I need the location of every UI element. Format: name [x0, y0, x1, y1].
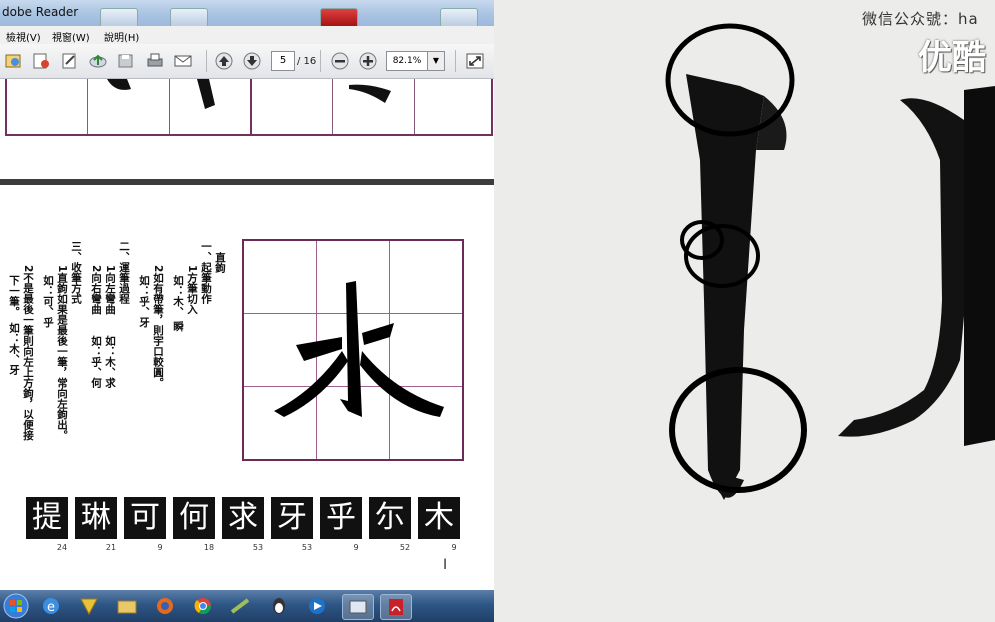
text-column: 如：乎、牙	[138, 275, 150, 328]
edit-icon[interactable]	[60, 52, 80, 70]
zoom-out-icon[interactable]	[330, 52, 350, 70]
example-char: 尓	[369, 497, 411, 539]
text-column: 如：木、 瞬	[172, 275, 184, 332]
character-grid: 水	[242, 239, 464, 461]
example-char: 何	[173, 497, 215, 539]
toolbar-separator	[206, 50, 207, 72]
background-app-tab	[320, 8, 358, 26]
example-count: 24	[56, 543, 68, 552]
example-count: 9	[451, 543, 457, 552]
text-column: 直鉤	[214, 252, 226, 273]
example-char: 木	[418, 497, 460, 539]
grid-divider	[169, 79, 170, 134]
toolbar-separator	[455, 50, 456, 72]
window-app-icon[interactable]	[342, 594, 374, 620]
stroke-fragment	[349, 84, 391, 103]
document-view[interactable]: 直鉤 一、起筆動作 1方筆切入 如：木、 瞬 2如有帶筆，則宇口較圓。 如：乎、…	[0, 79, 494, 589]
title-bar: dobe Reader	[0, 0, 494, 26]
example-count: 53	[252, 543, 264, 552]
chrome-icon[interactable]	[188, 594, 218, 618]
text-column: 如：可、乎	[42, 275, 54, 328]
text-column: 2向右彎曲 如：乎、何	[90, 265, 102, 388]
text-column: 1直鉤如果是最後一筆，常向左鉤出。	[56, 265, 68, 441]
example-count: 21	[105, 543, 117, 552]
save-icon[interactable]	[116, 52, 136, 70]
background-app-tab	[170, 8, 208, 26]
fullscreen-icon[interactable]	[465, 52, 485, 70]
example-char: 乎	[320, 497, 362, 539]
toolbar: 5 / 16 82.1% ▼	[0, 44, 494, 79]
example-char: 琳	[75, 497, 117, 539]
taskbar: e	[0, 590, 494, 622]
example-char: 可	[124, 497, 166, 539]
email-icon[interactable]	[173, 52, 193, 70]
text-column: 1方筆切入	[186, 265, 198, 315]
text-column: 2不是最後一筆則向左上方鉤，以便接	[22, 265, 34, 441]
grid-divider	[332, 79, 333, 134]
stroke-fragment	[197, 79, 215, 109]
create-pdf-icon[interactable]	[31, 52, 51, 70]
menu-view[interactable]: 檢視(V)	[6, 29, 41, 44]
start-button-icon[interactable]	[2, 592, 30, 620]
media-player-icon[interactable]	[302, 594, 332, 618]
youku-logo: 优酷	[918, 38, 986, 78]
text-column: 三、收筆方式	[70, 241, 82, 304]
app-icon[interactable]	[74, 594, 104, 618]
print-icon[interactable]	[145, 52, 165, 70]
next-page-icon[interactable]	[242, 52, 262, 70]
menu-window[interactable]: 視窗(W)	[52, 29, 90, 44]
menu-bar: 檢視(V) 視窗(W) 說明(H)	[0, 26, 494, 44]
example-char: 牙	[271, 497, 313, 539]
example-count: 9	[353, 543, 359, 552]
firefox-icon[interactable]	[150, 594, 180, 618]
previous-page-grid	[5, 79, 493, 136]
open-icon[interactable]	[4, 52, 24, 70]
background-app-tab	[100, 8, 138, 26]
grid-divider	[414, 79, 415, 134]
example-count: 53	[301, 543, 313, 552]
page-number-input[interactable]: 5	[271, 51, 295, 71]
adobe-reader-icon[interactable]	[380, 594, 412, 620]
page-gap	[0, 179, 494, 185]
zoom-input[interactable]: 82.1%	[386, 51, 428, 71]
calligraphy-video: 微信公众號：ha 优酷	[494, 0, 995, 622]
upload-icon[interactable]	[88, 52, 108, 70]
example-char: 求	[222, 497, 264, 539]
stroke-fragment	[107, 79, 131, 90]
background-app-tab	[440, 8, 478, 26]
example-count: 9	[157, 543, 163, 552]
text-column: 2如有帶筆，則宇口較圓。	[152, 265, 164, 388]
tool-icon[interactable]	[226, 594, 256, 618]
page-total: / 16	[297, 56, 317, 67]
text-column: 下一筆。 如：木、牙	[8, 275, 20, 375]
example-count: 18	[203, 543, 215, 552]
qq-icon[interactable]	[264, 594, 294, 618]
folder-icon[interactable]	[112, 594, 142, 618]
zoom-in-icon[interactable]	[358, 52, 378, 70]
text-column: 1向左彎曲 如：木、求	[104, 265, 116, 388]
svg-text:e: e	[47, 600, 55, 615]
ie-icon[interactable]: e	[36, 594, 66, 618]
toolbar-separator	[320, 50, 321, 72]
zoom-dropdown-icon[interactable]: ▼	[427, 51, 445, 71]
adobe-reader-window: dobe Reader 檢視(V) 視窗(W) 說明(H) 5 / 16 82.…	[0, 0, 494, 622]
brush-character	[274, 281, 444, 417]
menu-help[interactable]: 說明(H)	[104, 29, 139, 44]
main-character-label: 水	[244, 241, 245, 242]
grid-divider	[250, 79, 252, 134]
text-column: 一、起筆動作	[200, 241, 212, 304]
previous-page-icon[interactable]	[214, 52, 234, 70]
text-column: 二、運筆過程	[118, 241, 130, 304]
text-cursor-icon: I	[443, 557, 448, 573]
example-count: 52	[399, 543, 411, 552]
example-char: 提	[26, 497, 68, 539]
window-title: dobe Reader	[2, 5, 79, 19]
calligraphy-frame	[665, 23, 995, 500]
wechat-watermark: 微信公众號：ha	[862, 10, 979, 28]
grid-divider	[87, 79, 88, 134]
